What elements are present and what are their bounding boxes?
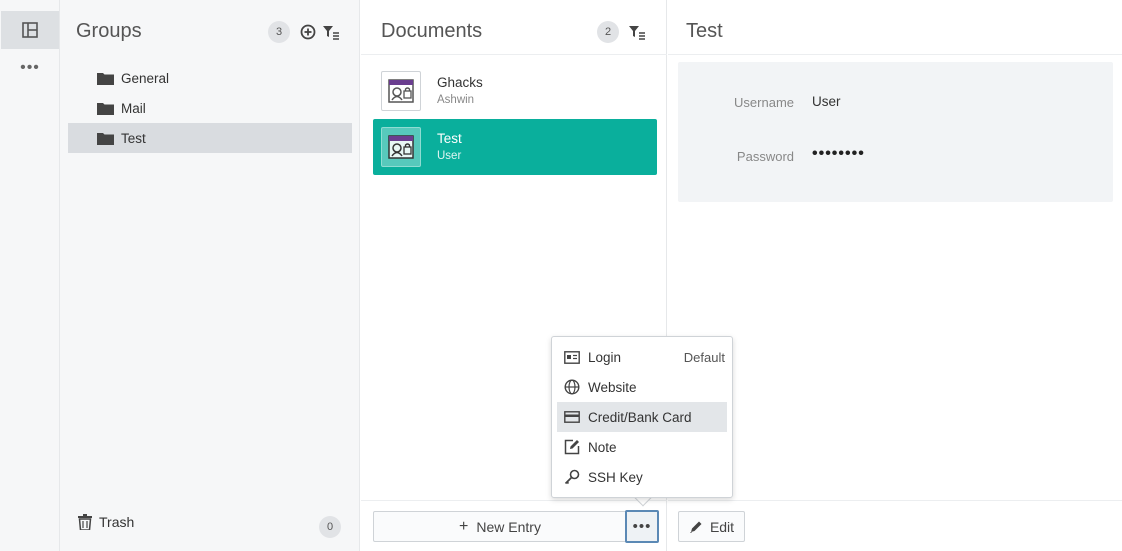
credit-card-icon (564, 409, 580, 425)
group-item-mail[interactable]: Mail (68, 93, 352, 123)
entry-ghacks[interactable]: Ghacks Ashwin (373, 63, 657, 119)
entry-thumbnail (381, 71, 421, 111)
documents-title: Documents (381, 20, 483, 42)
groups-title: Groups (76, 20, 142, 42)
username-value[interactable]: User (812, 94, 841, 109)
menu-item-label: SSH Key (588, 469, 643, 485)
detail-title: Test (686, 20, 723, 42)
detail-pane: Test Username User Password •••••••• Edi… (668, 0, 1122, 551)
key-icon (564, 469, 580, 485)
new-entry-type-menu: Login Default Website Credit/Bank Card N… (551, 336, 733, 498)
pencil-icon (689, 520, 703, 534)
entry-thumbnail (381, 127, 421, 167)
default-tag: Default (683, 349, 725, 365)
new-entry-label: New Entry (476, 518, 541, 535)
note-icon (564, 439, 580, 455)
entry-subtitle: User (437, 150, 462, 162)
entry-title: Test (437, 131, 462, 146)
header-divider (361, 54, 667, 55)
detail-fields-card: Username User Password •••••••• (678, 62, 1113, 202)
password-value[interactable]: •••••••• (812, 145, 865, 163)
filter-sort-icon (323, 26, 339, 40)
menu-item-label: Note (588, 439, 617, 455)
new-entry-more-button[interactable]: ••• (625, 510, 659, 543)
trash-item[interactable]: Trash (78, 514, 134, 530)
entry-test[interactable]: Test User (373, 119, 657, 175)
filter-sort-icon (629, 26, 645, 40)
new-entry-button[interactable]: + New Entry (373, 511, 627, 542)
layout-icon (22, 22, 38, 38)
trash-count-badge: 0 (319, 516, 341, 538)
rail-more-button[interactable]: ••• (0, 58, 60, 78)
groups-pane: Groups 3 General Mail Test Trash 0 (60, 0, 360, 551)
id-card-icon (564, 349, 580, 365)
username-label: Username (734, 95, 794, 110)
trash-icon (78, 514, 92, 530)
group-item-label: Mail (121, 100, 146, 116)
plus-icon: + (459, 517, 469, 535)
group-item-test[interactable]: Test (68, 123, 352, 153)
login-card-icon (388, 135, 414, 159)
globe-icon (564, 379, 580, 395)
documents-filter-button[interactable] (627, 22, 647, 42)
entry-title: Ghacks (437, 75, 483, 90)
group-item-label: Test (121, 130, 146, 146)
app-rail: ••• (0, 0, 60, 551)
groups-count-badge: 3 (268, 21, 290, 43)
menu-item-label: Credit/Bank Card (588, 409, 692, 425)
menu-item-ssh-key[interactable]: SSH Key (557, 462, 727, 492)
password-label: Password (736, 149, 794, 164)
entry-subtitle: Ashwin (437, 94, 475, 106)
group-item-general[interactable]: General (68, 63, 352, 93)
menu-item-note[interactable]: Note (557, 432, 727, 462)
add-group-button[interactable] (298, 22, 318, 42)
header-divider (668, 54, 1122, 55)
group-item-label: General (121, 70, 170, 86)
groups-filter-button[interactable] (321, 22, 341, 42)
menu-item-website[interactable]: Website (557, 372, 727, 402)
plus-circle-icon (300, 24, 316, 40)
trash-label: Trash (99, 514, 135, 530)
edit-label: Edit (709, 518, 735, 535)
folder-icon (97, 72, 114, 85)
layout-toggle-button[interactable] (1, 11, 59, 49)
menu-item-label: Login (588, 349, 622, 365)
footer-divider (668, 500, 1122, 501)
folder-icon (97, 102, 114, 115)
menu-item-credit-card[interactable]: Credit/Bank Card (557, 402, 727, 432)
menu-item-login[interactable]: Login Default (557, 342, 727, 372)
menu-item-label: Website (588, 379, 637, 395)
edit-button[interactable]: Edit (678, 511, 745, 542)
footer-divider (361, 500, 667, 501)
documents-count-badge: 2 (597, 21, 619, 43)
folder-icon (97, 132, 114, 145)
login-card-icon (388, 79, 414, 103)
